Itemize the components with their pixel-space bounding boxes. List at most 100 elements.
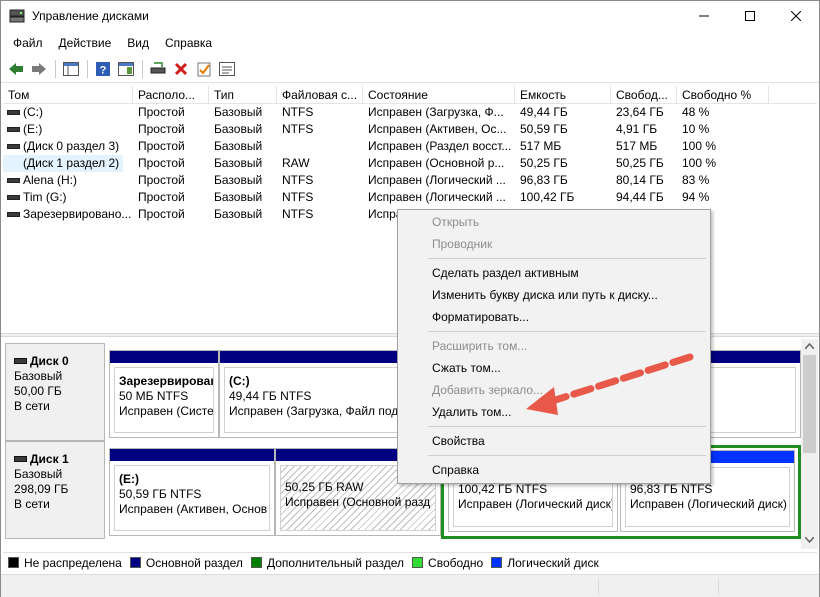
column-header-layout[interactable]: Располо... <box>133 86 209 104</box>
cell-layout: Простой <box>138 156 185 170</box>
column-header-percent-free[interactable]: Свободно % <box>677 86 769 104</box>
cell-status: Исправен (Логический ... <box>368 173 506 187</box>
menu-shrink-volume[interactable]: Сжать том... <box>400 358 708 378</box>
legend: Не распределена Основной раздел Дополнит… <box>3 552 817 572</box>
partition-status: Исправен (Активен, Основ <box>119 502 268 516</box>
action-pane-icon <box>118 61 134 76</box>
cell-volume: Alena (H:) <box>23 173 78 187</box>
partition-reserved[interactable]: Зарезервирован 50 МБ NTFS Исправен (Сист… <box>109 350 219 438</box>
help-button[interactable]: ? <box>92 58 114 80</box>
scroll-down-icon[interactable] <box>805 537 814 543</box>
cell-volume: (Диск 1 раздел 2) <box>3 155 123 172</box>
cell-type: Базовый <box>214 105 263 119</box>
menu-action[interactable]: Действие <box>51 34 120 52</box>
legend-label: Свободно <box>428 555 484 570</box>
partition-reserved-info: Зарезервирован 50 МБ NTFS Исправен (Сист… <box>114 367 214 433</box>
status-bar <box>1 574 819 597</box>
scroll-up-icon[interactable] <box>805 343 814 349</box>
volume-list-header: Том Располо... Тип Файловая с... Состоян… <box>3 86 817 104</box>
maximize-button[interactable] <box>727 1 773 31</box>
cell-volume: Зарезервировано... <box>23 207 132 221</box>
disk-management-app-icon <box>9 9 25 23</box>
cell-volume: Tim (G:) <box>23 190 67 204</box>
forward-button[interactable] <box>28 58 50 80</box>
menu-open: Открыть <box>432 215 480 229</box>
cell-type: Базовый <box>214 173 263 187</box>
column-header-capacity[interactable]: Емкость <box>515 86 611 104</box>
cell-percent-free: 100 % <box>682 156 717 170</box>
menu-change-drive-letter[interactable]: Изменить букву диска или путь к диску... <box>400 285 708 305</box>
menu-file[interactable]: Файл <box>5 34 51 52</box>
disk-0-label[interactable]: Диск 0 Базовый 50,00 ГБ В сети <box>5 343 105 441</box>
disk-icon <box>14 358 27 364</box>
legend-primary: Основной раздел <box>129 556 243 570</box>
legend-unallocated: Не распределена <box>8 556 122 570</box>
cell-free-space: 23,64 ГБ <box>616 105 664 119</box>
cell-file-system: NTFS <box>282 105 314 119</box>
cell-volume: (Диск 0 раздел 3) <box>23 139 120 153</box>
show-action-pane-button[interactable] <box>115 58 137 80</box>
cell-percent-free: 48 % <box>682 105 710 119</box>
menu-make-active[interactable]: Сделать раздел активным <box>400 263 708 283</box>
delete-x-icon <box>174 62 188 75</box>
title-bar[interactable]: Управление дисками <box>1 1 819 31</box>
cell-layout: Простой <box>138 173 185 187</box>
menu-help[interactable]: Справка <box>157 34 220 52</box>
scrollbar-thumb[interactable] <box>803 355 816 453</box>
properties-button[interactable] <box>216 58 238 80</box>
disk-0-size: 50,00 ГБ <box>14 384 62 398</box>
disk-connect-icon <box>150 61 166 73</box>
svg-text:?: ? <box>100 64 107 76</box>
legend-swatch <box>8 557 19 568</box>
minimize-button[interactable] <box>681 1 727 31</box>
column-header-file-system[interactable]: Файловая с... <box>277 86 363 104</box>
close-button[interactable] <box>773 1 819 31</box>
table-row[interactable]: (Диск 0 раздел 3) Простой Базовый Исправен … <box>3 138 817 155</box>
partition-status: Исправен (Основной разд <box>285 495 431 509</box>
maximize-icon <box>745 11 755 21</box>
column-header-free-space[interactable]: Свобод... <box>611 86 677 104</box>
legend-swatch <box>412 557 424 568</box>
table-row[interactable]: Alena (H:) Простой Базовый NTFS Исправен (Ло… <box>3 172 817 189</box>
table-row[interactable]: Tim (G:) Простой Базовый NTFS Исправен (Логи… <box>3 189 817 206</box>
close-icon <box>791 11 801 21</box>
menu-format[interactable]: Форматировать... <box>400 307 708 327</box>
connect-virtual-disk-button[interactable] <box>147 58 169 80</box>
primary-partition-bar <box>110 449 274 461</box>
menu-separator <box>428 258 706 259</box>
disk-1-name: Диск 1 <box>14 452 104 467</box>
disk-1-type: Базовый <box>14 467 63 481</box>
partition-title: (E:) <box>119 472 139 486</box>
cell-free-space: 80,14 ГБ <box>616 173 664 187</box>
partition-e-info: (E:) 50,59 ГБ NTFS Исправен (Активен, Ос… <box>114 465 270 531</box>
console-tree-icon <box>63 61 79 76</box>
show-hide-console-tree-button[interactable] <box>60 58 82 80</box>
check-button[interactable] <box>193 58 215 80</box>
disk-map-scrollbar[interactable] <box>801 339 818 549</box>
menu-separator <box>428 426 706 427</box>
table-row[interactable]: (Диск 1 раздел 2) Простой Базовый RAW Исправ… <box>3 155 817 172</box>
menu-help-item[interactable]: Справка <box>400 460 708 480</box>
delete-button[interactable] <box>170 58 192 80</box>
partition-e[interactable]: (E:) 50,59 ГБ NTFS Исправен (Активен, Ос… <box>109 448 275 536</box>
cell-file-system: NTFS <box>282 122 314 136</box>
cell-status: Исправен (Активен, Ос... <box>368 122 507 136</box>
disk-1-name-text: Диск 1 <box>30 452 69 466</box>
menu-view[interactable]: Вид <box>119 34 157 52</box>
column-header-volume[interactable]: Том <box>3 86 133 104</box>
context-menu: Открыть Проводник Сделать раздел активны… <box>397 209 711 484</box>
table-row[interactable]: (C:) Простой Базовый NTFS Исправен (Загрузка… <box>3 104 817 121</box>
disk-icon <box>14 456 27 462</box>
disk-0-name: Диск 0 <box>14 354 104 369</box>
status-cell <box>718 578 818 595</box>
legend-extended: Дополнительный раздел <box>250 556 404 570</box>
disk-1-label[interactable]: Диск 1 Базовый 298,09 ГБ В сети <box>5 441 105 539</box>
column-header-status[interactable]: Состояние <box>363 86 515 104</box>
menu-delete-volume[interactable]: Удалить том... <box>400 402 708 422</box>
table-row[interactable]: (E:) Простой Базовый NTFS Исправен (Активен,… <box>3 121 817 138</box>
menu-properties[interactable]: Свойства <box>400 431 708 451</box>
disk-0-name-text: Диск 0 <box>30 354 69 368</box>
column-header-type[interactable]: Тип <box>209 86 277 104</box>
cell-status: Исправен (Раздел восст... <box>368 139 512 153</box>
back-button[interactable] <box>5 58 27 80</box>
